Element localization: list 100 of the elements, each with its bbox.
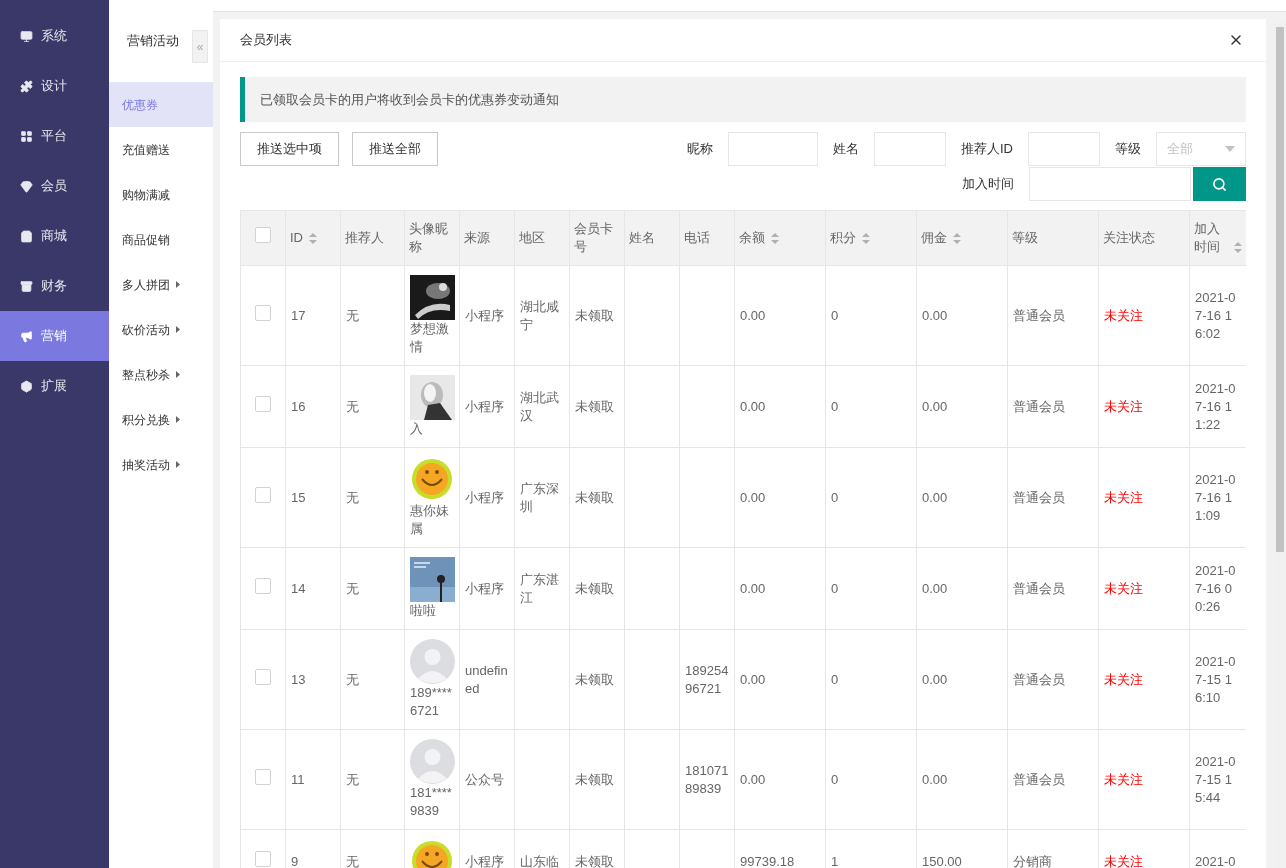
sort-icon[interactable] [953,233,961,244]
column-header: ID [290,229,303,247]
table-cell: 2021-07-16 16:02 [1195,289,1236,341]
push-button[interactable]: 推送选中项 [240,132,339,166]
input-field[interactable] [728,132,818,166]
nav-item[interactable]: 会员 [0,161,109,211]
checkbox[interactable] [255,395,271,412]
column-header: 等级 [1012,229,1038,247]
nickname: 梦想激情 [410,321,449,354]
table-cell: 0.00 [922,580,948,596]
checkbox[interactable] [255,486,271,503]
checkbox[interactable] [255,227,271,244]
sidebar-item[interactable]: 抽奖活动 [109,442,213,487]
sort-icon[interactable] [1234,242,1242,253]
caret-icon [1225,146,1235,152]
gem-icon [20,179,33,193]
table-cell: 1 [831,853,839,868]
sidebar-title: 营销活动 [127,32,179,51]
table-cell: 0.00 [922,671,948,687]
table-cell: 0 [831,307,839,323]
table-cell: 未领取 [575,671,614,687]
sidebar-item[interactable]: 购物满减 [109,172,213,217]
nav-item[interactable]: 系统 [0,11,109,61]
table-cell: 未领取 [575,489,614,505]
sidebar-item[interactable]: 整点秒杀 [109,352,213,397]
sidebar-item[interactable]: 充值赠送 [109,127,213,172]
search-button[interactable] [1193,167,1246,201]
table-cell: 未领取 [575,771,614,787]
follow-status: 未关注 [1104,853,1143,868]
sidebar-item[interactable]: 积分兑换 [109,397,213,442]
follow-status: 未关注 [1104,398,1143,414]
nickname: 181****9839 [410,785,452,818]
checkbox[interactable] [255,577,271,594]
sidebar-item[interactable]: 商品促销 [109,217,213,262]
nav-item[interactable]: 商城 [0,211,109,261]
table-cell: 普通会员 [1013,771,1065,787]
follow-status: 未关注 [1104,671,1143,687]
checkbox[interactable] [255,304,271,321]
table-cell: 0.00 [740,671,766,687]
input-field[interactable] [874,132,946,166]
table-cell: 公众号 [465,771,504,787]
sort-icon[interactable] [309,233,317,244]
table-cell: 湖北武汉 [520,389,559,423]
input-field[interactable] [1028,132,1100,166]
grid-icon [20,129,33,143]
table-cell: 普通会员 [1013,489,1065,505]
table-cell: 无 [346,580,359,596]
nickname: 惠你妹属 [410,503,449,536]
monitor-icon [20,29,33,43]
follow-status: 未关注 [1104,580,1143,596]
table-cell: 0.00 [740,489,766,505]
sidebar-item[interactable]: 多人拼团 [109,262,213,307]
table-cell: 无 [346,771,359,787]
table-cell: 0 [831,771,839,787]
nickname: 啦啦 [410,603,436,618]
checkbox[interactable] [255,850,271,867]
table-cell: 广东深圳 [520,480,559,514]
sidebar-item[interactable]: 砍价活动 [109,307,213,352]
table-cell: 2021-07-15 16:10 [1195,653,1236,705]
table-cell: 普通会员 [1013,398,1065,414]
table-cell: 普通会员 [1013,671,1065,687]
filter-label: 等级 [1114,140,1142,159]
table-cell: 2021-07-16 11:09 [1195,471,1236,523]
checkbox[interactable] [255,768,271,785]
nickname: 入 [410,421,423,436]
table-cell: 未领取 [575,398,614,414]
nav-item[interactable]: 营销 [0,311,109,361]
nav-item[interactable]: 设计 [0,61,109,111]
table-cell: undefined [465,662,508,696]
push-button[interactable]: 推送全部 [352,132,438,166]
sort-icon[interactable] [771,233,779,244]
nav-item[interactable]: 扩展 [0,361,109,411]
column-header: 佣金 [921,229,947,247]
table-cell: 无 [346,489,359,505]
table-cell: 9 [291,853,299,868]
nickname: 189****6721 [410,685,452,718]
table-cell: 无 [346,671,359,687]
table-cell: 0.00 [922,398,948,414]
table-cell: 无 [346,307,359,323]
table-cell: 150.00 [922,853,962,868]
table-cell: 16 [291,398,306,414]
follow-status: 未关注 [1104,307,1143,323]
checkbox[interactable] [255,668,271,685]
column-header: 姓名 [629,229,655,247]
dialog-title: 会员列表 [240,31,292,50]
column-header: 地区 [519,229,545,247]
table-cell: 未领取 [575,853,614,868]
nav-item[interactable]: 财务 [0,261,109,311]
input-field[interactable] [1029,167,1191,201]
table-cell: 分销商 [1013,853,1052,868]
caret-icon [176,326,180,333]
table-cell: 0 [831,580,839,596]
table-cell: 18107189839 [685,762,729,796]
nav-item[interactable]: 平台 [0,111,109,161]
table-cell: 11 [291,771,305,787]
caret-icon [176,371,180,378]
caret-icon [176,416,180,423]
caret-icon [176,281,180,288]
table-cell: 14 [291,580,306,596]
sort-icon[interactable] [862,233,870,244]
